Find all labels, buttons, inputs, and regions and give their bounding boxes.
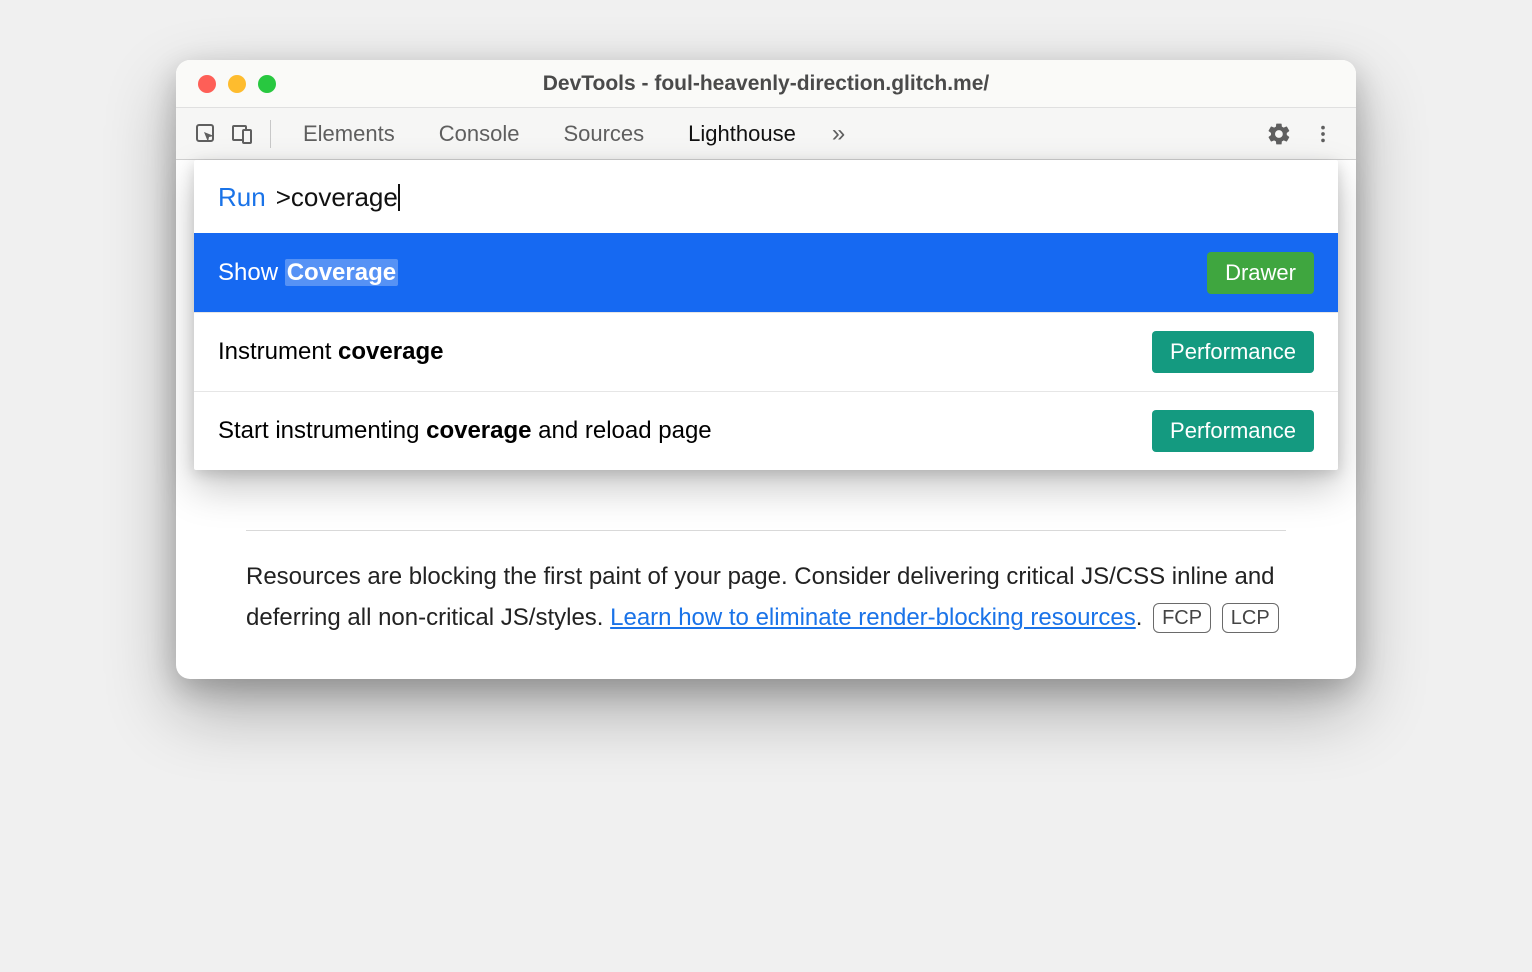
command-input-row[interactable]: Run >coverage: [194, 160, 1338, 233]
command-item-label: Instrument coverage: [218, 338, 443, 366]
traffic-lights: [176, 75, 276, 93]
command-item[interactable]: Instrument coverage Performance: [194, 312, 1338, 391]
tab-lighthouse[interactable]: Lighthouse: [666, 108, 818, 160]
tabbar-divider: [270, 120, 271, 148]
tab-elements[interactable]: Elements: [281, 108, 417, 160]
command-item-badge: Drawer: [1207, 252, 1314, 294]
divider: [246, 530, 1286, 531]
command-item-label: Show Coverage: [218, 259, 398, 287]
settings-icon[interactable]: [1256, 121, 1302, 147]
metric-pill-fcp: FCP: [1153, 603, 1211, 633]
command-item-badge: Performance: [1152, 331, 1314, 373]
metric-pill-lcp: LCP: [1222, 603, 1279, 633]
command-item[interactable]: Show Coverage Drawer: [194, 233, 1338, 312]
command-prefix: Run: [218, 182, 266, 213]
command-item-badge: Performance: [1152, 410, 1314, 452]
command-item-label: Start instrumenting coverage and reload …: [218, 417, 712, 445]
minimize-window-button[interactable]: [228, 75, 246, 93]
titlebar: DevTools - foul-heavenly-direction.glitc…: [176, 60, 1356, 108]
command-item[interactable]: Start instrumenting coverage and reload …: [194, 391, 1338, 470]
audit-desc-tail: .: [1136, 604, 1143, 631]
tab-console[interactable]: Console: [417, 108, 542, 160]
command-query: >coverage: [276, 182, 398, 213]
device-toggle-icon[interactable]: [224, 116, 260, 152]
audit-description-section: Resources are blocking the first paint o…: [176, 530, 1356, 679]
tabbar: Elements Console Sources Lighthouse »: [176, 108, 1356, 160]
more-options-icon[interactable]: [1302, 123, 1344, 145]
learn-more-link[interactable]: Learn how to eliminate render-blocking r…: [610, 604, 1136, 631]
window-title: DevTools - foul-heavenly-direction.glitc…: [176, 72, 1356, 96]
zoom-window-button[interactable]: [258, 75, 276, 93]
close-window-button[interactable]: [198, 75, 216, 93]
tabs-overflow-button[interactable]: »: [818, 120, 859, 148]
devtools-window: DevTools - foul-heavenly-direction.glitc…: [176, 60, 1356, 679]
audit-description: Resources are blocking the first paint o…: [246, 557, 1286, 639]
inspect-element-icon[interactable]: [188, 116, 224, 152]
tab-sources[interactable]: Sources: [541, 108, 666, 160]
command-menu: Run >coverage Show Coverage Drawer Instrum…: [194, 160, 1338, 470]
